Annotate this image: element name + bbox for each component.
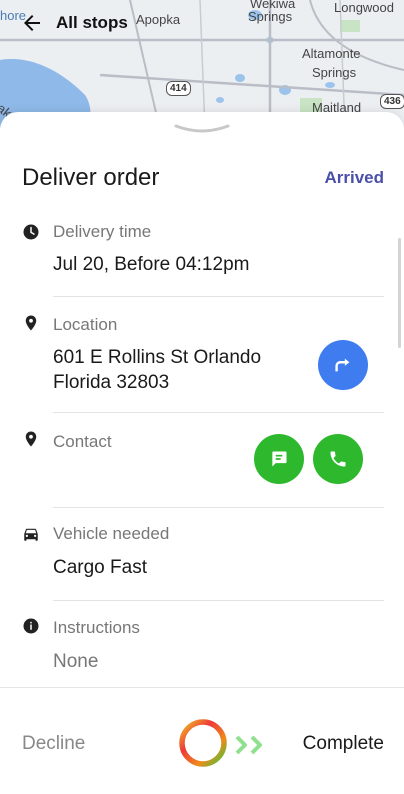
clock-icon (23, 224, 39, 240)
scrollbar[interactable] (398, 238, 401, 348)
vehicle-section: Vehicle needed Cargo Fast (22, 524, 384, 586)
delivery-time-section: Delivery time Jul 20, Before 04:12pm (22, 222, 384, 282)
chevron-right-icon (235, 735, 262, 755)
road-badge: 414 (166, 81, 191, 96)
location-line2: Florida 32803 (53, 372, 170, 393)
vehicle-label: Vehicle needed (53, 524, 170, 543)
vehicle-value: Cargo Fast (53, 557, 147, 578)
back-label[interactable]: All stops (56, 13, 128, 33)
map-label: Altamonte (302, 46, 361, 61)
location-line1: 601 E Rollins St Orlando (53, 347, 262, 368)
instructions-section: Instructions None (22, 617, 384, 677)
order-header: Deliver order Arrived (22, 164, 384, 192)
contact-pin-icon (25, 431, 37, 447)
message-button[interactable] (254, 434, 304, 484)
directions-button[interactable] (318, 340, 368, 390)
location-label: Location (53, 315, 118, 334)
divider (53, 507, 384, 508)
status-badge: Arrived (324, 168, 384, 187)
road-badge: 436 (380, 94, 404, 109)
map-label: Springs (312, 65, 357, 80)
location-pin-icon (25, 315, 37, 331)
complete-label[interactable]: Complete (303, 733, 384, 755)
map-label: Springs (248, 9, 293, 24)
map-label: Apopka (136, 12, 181, 27)
divider (53, 412, 384, 413)
contact-section: Contact (22, 430, 384, 506)
car-icon (24, 528, 38, 541)
decline-button[interactable]: Decline (22, 733, 85, 755)
directions-icon (335, 358, 350, 372)
contact-label: Contact (53, 432, 112, 451)
back-arrow-icon[interactable] (20, 11, 44, 35)
info-icon (23, 618, 39, 634)
delivery-time-value: Jul 20, Before 04:12pm (53, 254, 250, 275)
sheet-grabber-icon[interactable] (174, 124, 230, 134)
delivery-time-label: Delivery time (53, 222, 152, 241)
action-footer: Decline Complete (0, 687, 404, 794)
location-section: Location 601 E Rollins St Orlando Florid… (22, 314, 384, 404)
page-title: Deliver order (22, 164, 160, 191)
instructions-label: Instructions (53, 618, 140, 637)
map-label: Longwood (334, 0, 394, 15)
divider (53, 296, 384, 297)
instructions-value: None (53, 651, 99, 672)
swipe-handle[interactable] (178, 718, 228, 768)
order-sheet: Deliver order Arrived Delivery time Jul … (0, 112, 404, 794)
phone-icon (330, 451, 346, 467)
call-button[interactable] (313, 434, 363, 484)
back-to-all-stops[interactable]: All stops (20, 10, 128, 36)
chat-icon (272, 451, 287, 467)
divider (53, 600, 384, 601)
